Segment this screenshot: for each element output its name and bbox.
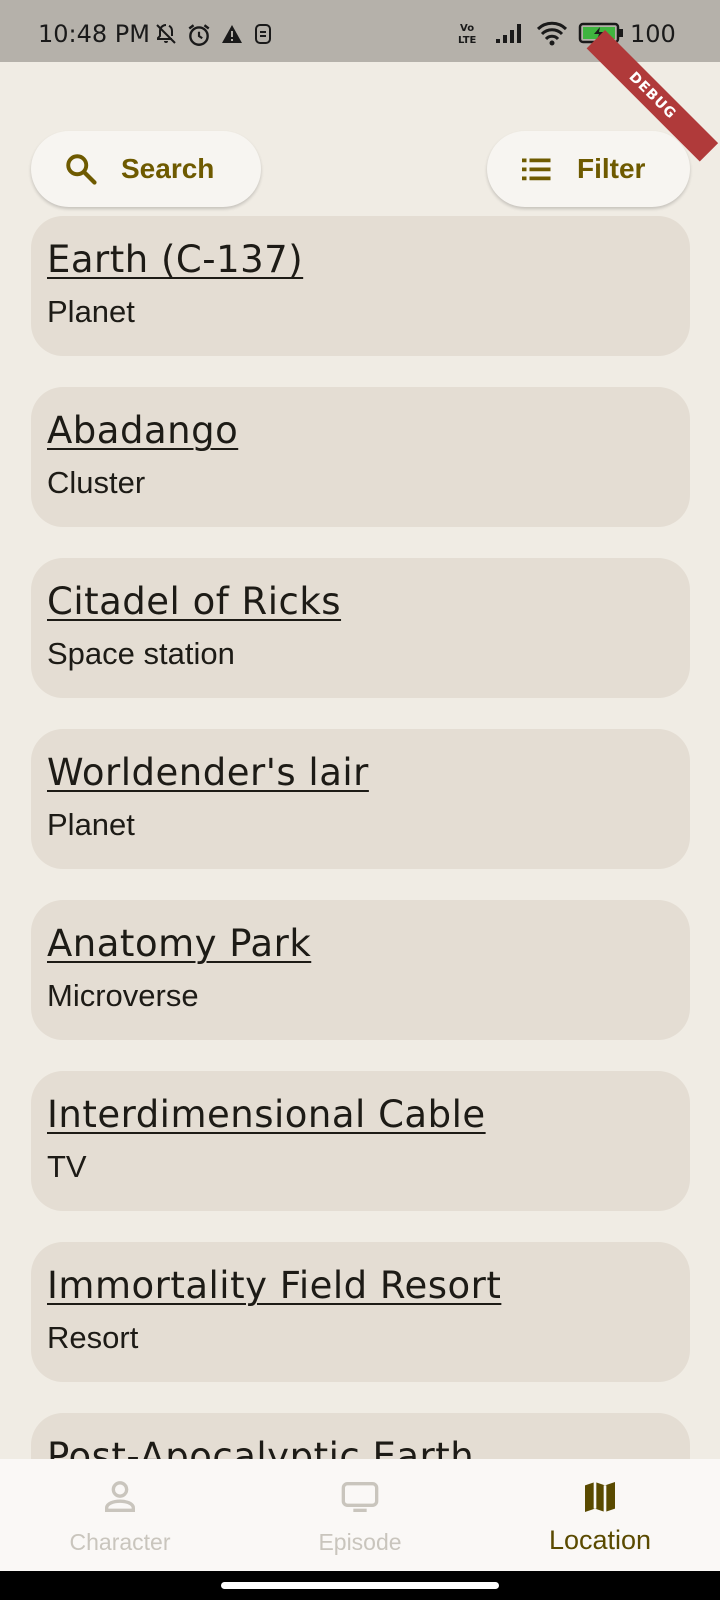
location-card[interactable]: Immortality Field Resort Resort <box>31 1242 690 1382</box>
status-time: 10:48 PM <box>38 20 150 48</box>
location-type: Planet <box>47 807 135 842</box>
nav-label-location: Location <box>548 1525 652 1555</box>
search-icon <box>66 154 97 185</box>
notifications-off-icon <box>156 24 176 44</box>
signal-icon <box>496 24 521 43</box>
location-name[interactable]: Interdimensional Cable <box>47 1093 486 1136</box>
location-type: Resort <box>47 1320 139 1355</box>
location-type: Microverse <box>47 978 199 1013</box>
search-button[interactable]: Search <box>31 131 261 207</box>
location-card[interactable]: Post-Apocalyptic Earth <box>31 1413 690 1459</box>
location-name[interactable]: Abadango <box>47 409 238 452</box>
home-indicator[interactable] <box>221 1582 499 1589</box>
bottom-navigation: Character Episode Location <box>0 1459 720 1571</box>
location-name[interactable]: Worldender's lair <box>47 751 369 794</box>
battery-percent: 100 <box>630 20 676 48</box>
location-type: Space station <box>47 636 235 671</box>
filter-button-label: Filter <box>577 153 646 184</box>
nav-label-episode: Episode <box>318 1529 402 1555</box>
nav-item-location[interactable]: Location <box>480 1459 720 1571</box>
svg-text:Vo: Vo <box>460 23 474 34</box>
gesture-nav-area <box>0 1571 720 1600</box>
nav-label-character: Character <box>69 1529 171 1555</box>
location-type: Cluster <box>47 465 146 500</box>
location-type: Planet <box>47 294 135 329</box>
alarm-icon <box>188 24 210 46</box>
location-card[interactable]: Citadel of Ricks Space station <box>31 558 690 698</box>
person-icon <box>105 1481 135 1512</box>
nav-item-episode[interactable]: Episode <box>240 1459 480 1571</box>
location-card[interactable]: Anatomy Park Microverse <box>31 900 690 1040</box>
status-left-icons <box>154 22 274 48</box>
location-name[interactable]: Immortality Field Resort <box>47 1264 501 1307</box>
sim-icon <box>255 24 271 44</box>
map-icon <box>585 1482 615 1512</box>
tv-icon <box>341 1482 379 1512</box>
nav-item-character[interactable]: Character <box>0 1459 240 1571</box>
location-name[interactable]: Citadel of Ricks <box>47 580 341 623</box>
search-button-label: Search <box>121 153 215 184</box>
location-name[interactable]: Post-Apocalyptic Earth <box>47 1435 474 1459</box>
list-filter-icon <box>522 158 551 181</box>
location-card[interactable]: Earth (C-137) Planet <box>31 216 690 356</box>
location-type: TV <box>47 1149 87 1184</box>
location-card[interactable]: Interdimensional Cable TV <box>31 1071 690 1211</box>
location-card[interactable]: Worldender's lair Planet <box>31 729 690 869</box>
location-list[interactable]: Earth (C-137) Planet Abadango Cluster Ci… <box>31 216 690 1459</box>
warning-icon <box>222 25 242 43</box>
location-card[interactable]: Abadango Cluster <box>31 387 690 527</box>
svg-text:LTE: LTE <box>458 35 477 46</box>
wifi-icon <box>536 21 568 46</box>
filter-button[interactable]: Filter <box>487 131 690 207</box>
location-name[interactable]: Anatomy Park <box>47 922 311 965</box>
volte-icon: VoLTE <box>458 23 477 46</box>
location-name[interactable]: Earth (C-137) <box>47 238 303 281</box>
